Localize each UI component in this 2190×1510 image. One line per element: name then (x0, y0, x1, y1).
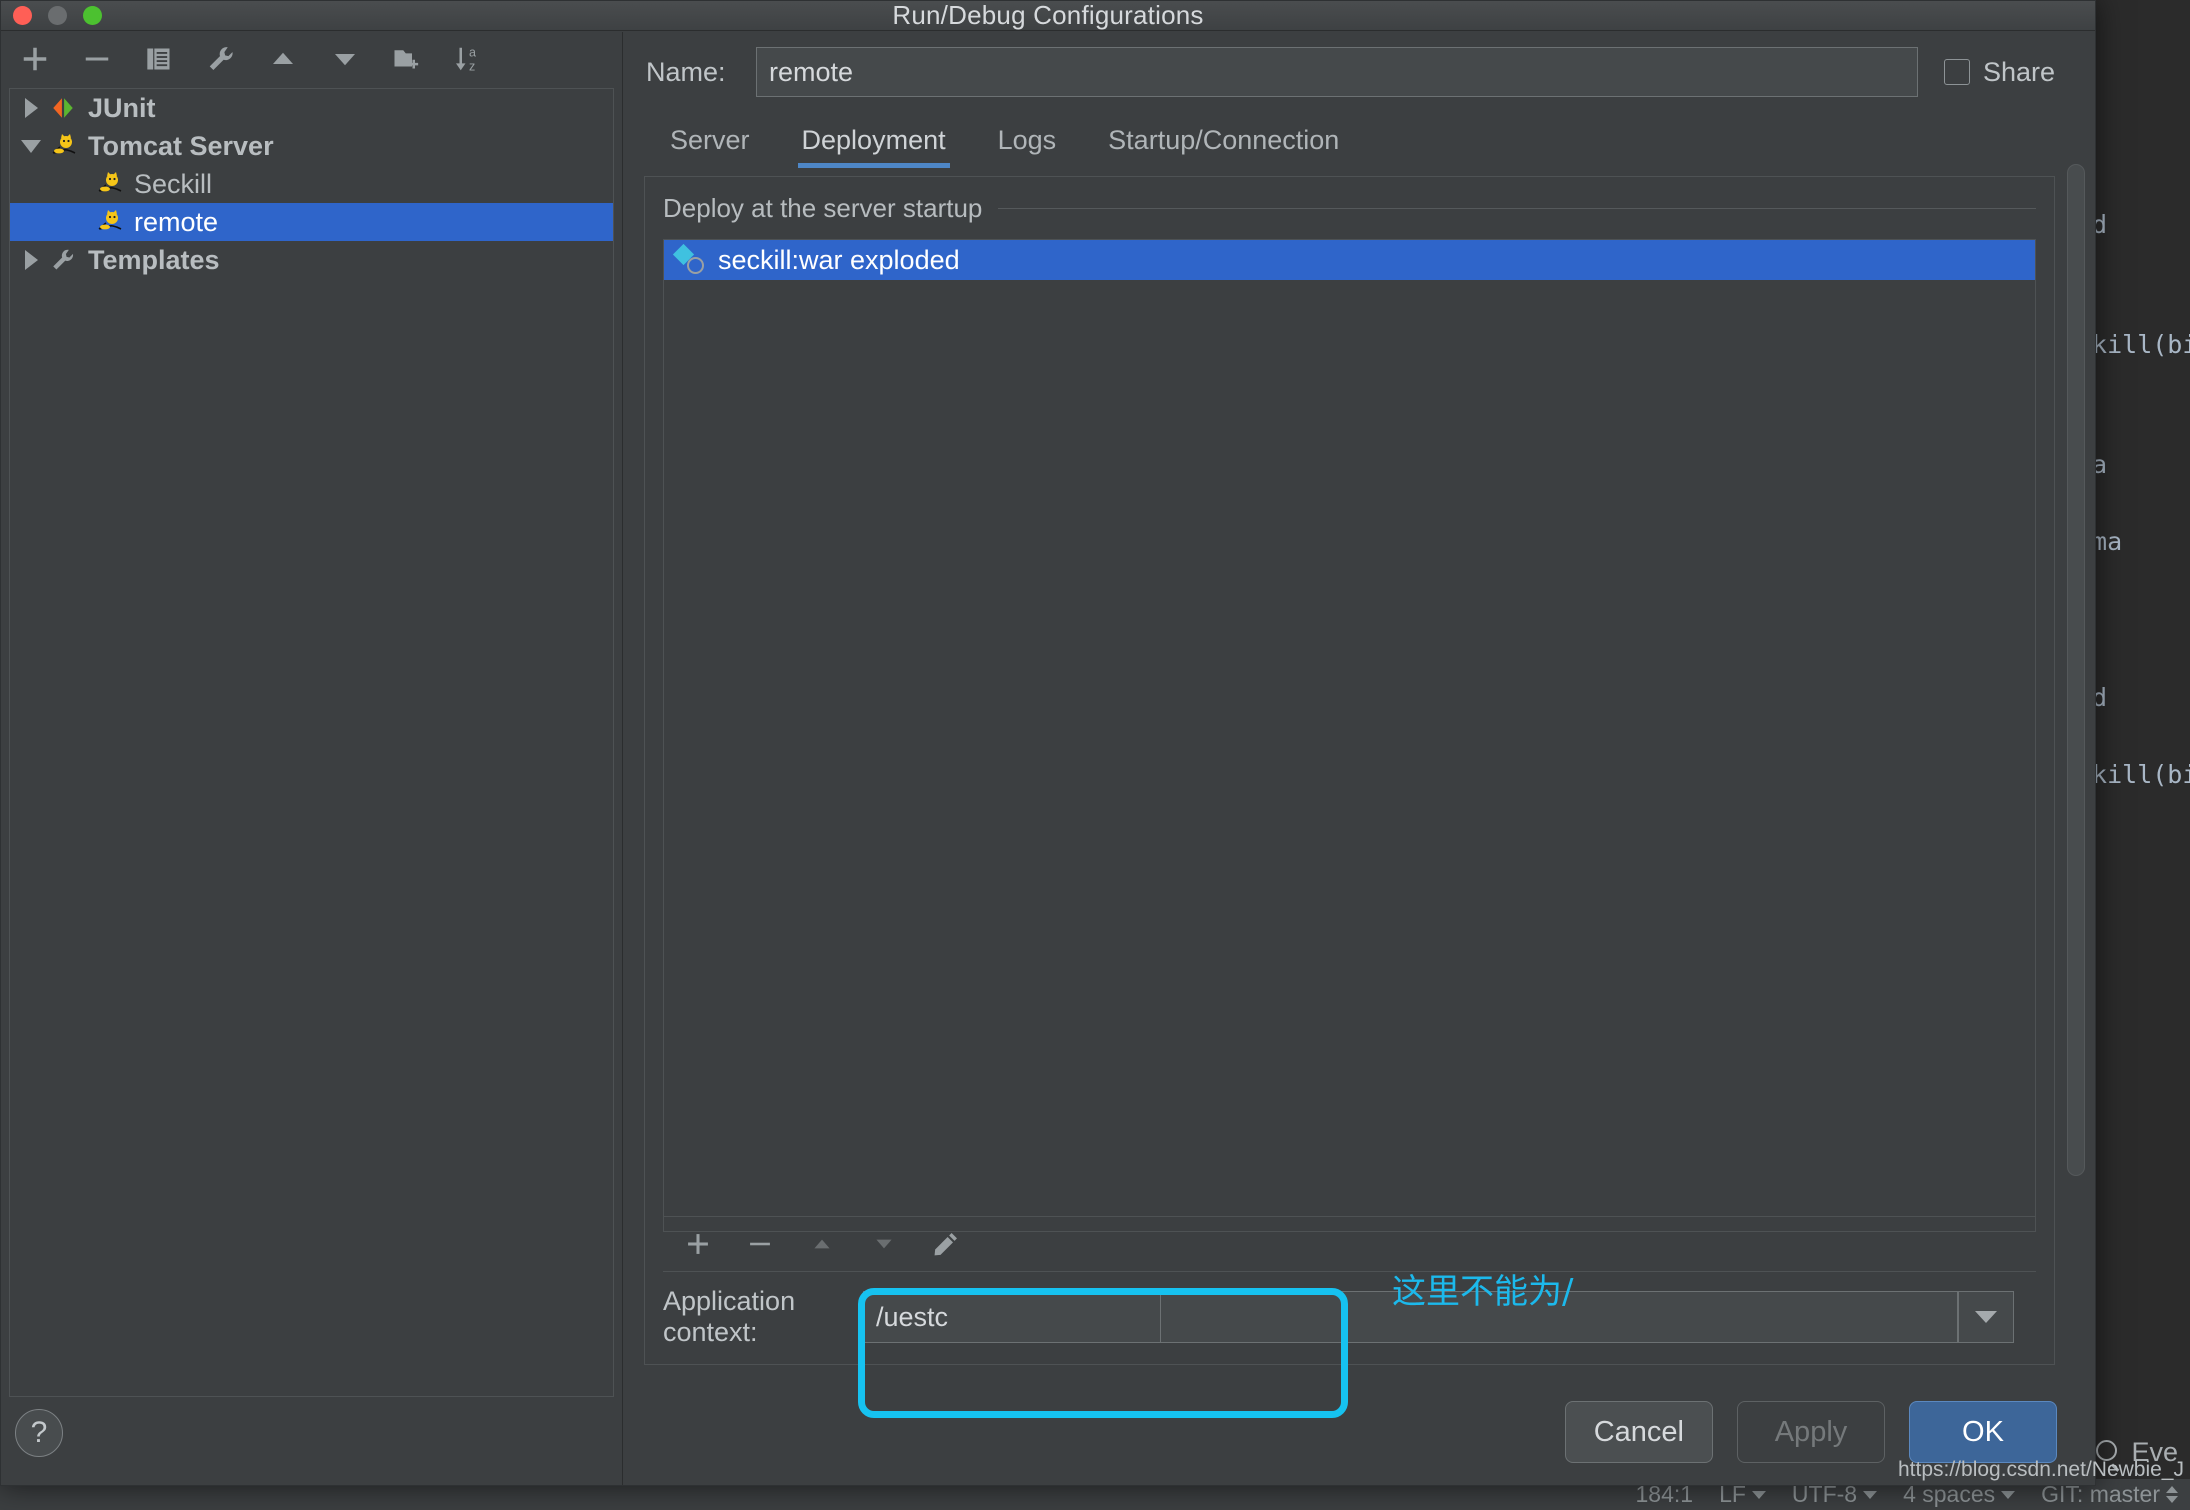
junit-icon (50, 95, 80, 121)
chevron-down-icon (2001, 1490, 2016, 1499)
configurations-sidebar: a z JUnit Tomcat Server Seckill remote T… (1, 32, 623, 1485)
artifact-icon (672, 243, 706, 275)
tab-deployment[interactable]: Deployment (776, 125, 972, 168)
tree-item-templates[interactable]: Templates (10, 241, 613, 279)
vertical-scrollbar[interactable] (2067, 164, 2085, 1176)
tomcat-icon (50, 133, 80, 159)
configurations-tree[interactable]: JUnit Tomcat Server Seckill remote Templ… (9, 88, 614, 1397)
artifact-label: seckill:war exploded (718, 244, 960, 275)
tab-startup-connection[interactable]: Startup/Connection (1082, 125, 1365, 168)
chevron-down-icon (1863, 1490, 1878, 1499)
deployment-panel: Deploy at the server startup seckill:war… (644, 176, 2055, 1365)
remove-configuration-button[interactable] (77, 39, 117, 79)
window-controls[interactable] (13, 6, 102, 25)
annotation-text: 这里不能为/ (1392, 1272, 1574, 1312)
svg-text:z: z (469, 59, 475, 73)
wrench-icon (209, 47, 233, 70)
tab-bar[interactable]: Server Deployment Logs Startup/Connectio… (624, 112, 2095, 168)
section-divider (998, 208, 2036, 209)
triangle-down-icon (876, 1239, 892, 1249)
deploy-artifact-list[interactable]: seckill:war exploded (663, 239, 2036, 1232)
minus-icon (85, 57, 109, 61)
spinner-icon (2166, 1486, 2178, 1503)
add-configuration-button[interactable] (15, 39, 55, 79)
tomcat-icon (96, 209, 126, 235)
plus-icon (23, 47, 47, 71)
sidebar-toolbar: a z (1, 32, 622, 86)
wrench-icon (50, 247, 80, 273)
chevron-right-icon[interactable] (20, 250, 42, 270)
copy-icon (147, 48, 170, 70)
share-label: Share (1982, 56, 2055, 87)
maximize-window-button[interactable] (83, 6, 102, 25)
move-up-button[interactable] (263, 39, 303, 79)
tree-item-label: Seckill (134, 168, 213, 199)
application-context-row: Application context: /uestc (645, 1282, 2054, 1352)
name-input[interactable]: remote (756, 47, 1918, 97)
application-context-dropdown-button[interactable] (1958, 1291, 2014, 1343)
plus-icon (688, 1234, 708, 1254)
triangle-up-icon (814, 1239, 830, 1249)
run-debug-configurations-dialog: Run/Debug Configurations a z JUnit Tomca… (0, 0, 2096, 1486)
move-down-button[interactable] (325, 39, 365, 79)
list-item[interactable]: seckill:war exploded (664, 240, 2035, 280)
ok-button[interactable]: OK (1909, 1401, 2057, 1463)
share-checkbox-group[interactable]: Share (1943, 56, 2085, 88)
share-checkbox[interactable] (1943, 59, 1970, 85)
dialog-title: Run/Debug Configurations (892, 0, 1204, 30)
watermark: https://blog.csdn.net/Newbie_J (1897, 1458, 2184, 1481)
tree-item-label: remote (134, 206, 219, 237)
minus-icon (750, 1242, 770, 1246)
add-artifact-button[interactable] (677, 1223, 719, 1265)
application-context-input[interactable]: /uestc (863, 1291, 1161, 1343)
configuration-editor: Name: remote Share Server Deployment Log… (624, 32, 2095, 1485)
chevron-down-icon[interactable] (20, 139, 42, 153)
tree-item-tomcat-server[interactable]: Tomcat Server (10, 127, 613, 165)
name-row: Name: remote Share (624, 32, 2095, 112)
copy-configuration-button[interactable] (139, 39, 179, 79)
tab-server[interactable]: Server (644, 125, 776, 168)
folder-add-icon (394, 50, 419, 69)
help-button[interactable]: ? (15, 1409, 63, 1457)
dialog-button-bar: Cancel Apply OK (1564, 1401, 2057, 1463)
triangle-down-icon (335, 54, 355, 66)
sort-configurations-button[interactable]: a z (449, 39, 489, 79)
tab-logs[interactable]: Logs (972, 125, 1083, 168)
dialog-titlebar: Run/Debug Configurations (1, 0, 2095, 31)
chevron-down-icon (1751, 1490, 1766, 1499)
tree-item-remote[interactable]: remote (10, 203, 613, 241)
svg-text:a: a (469, 46, 476, 60)
edit-artifact-button[interactable] (925, 1223, 967, 1265)
edit-templates-button[interactable] (201, 39, 241, 79)
name-label: Name: (646, 56, 726, 87)
tree-item-junit[interactable]: JUnit (10, 89, 613, 127)
tree-item-label: JUnit (88, 92, 156, 123)
application-context-label: Application context: (663, 1286, 796, 1347)
sort-az-icon: a z (456, 46, 476, 73)
chevron-right-icon[interactable] (20, 98, 42, 118)
remove-artifact-button[interactable] (739, 1223, 781, 1265)
tomcat-icon (96, 171, 126, 197)
create-folder-button[interactable] (387, 39, 427, 79)
chevron-down-icon (1975, 1311, 1997, 1323)
pencil-icon (934, 1233, 957, 1256)
minimize-window-button[interactable] (48, 6, 67, 25)
help-label: ? (30, 1416, 48, 1449)
move-down-button (863, 1223, 905, 1265)
tree-item-seckill[interactable]: Seckill (10, 165, 613, 203)
section-header: Deploy at the server startup (645, 177, 2054, 234)
triangle-up-icon (273, 52, 293, 64)
tree-item-label: Templates (88, 244, 220, 275)
section-title: Deploy at the server startup (663, 193, 983, 223)
move-up-button (801, 1223, 843, 1265)
cancel-button[interactable]: Cancel (1564, 1401, 1713, 1463)
artifact-toolbar (663, 1216, 2036, 1272)
close-window-button[interactable] (13, 6, 32, 25)
tree-item-label: Tomcat Server (88, 130, 274, 161)
apply-button: Apply (1737, 1401, 1885, 1463)
